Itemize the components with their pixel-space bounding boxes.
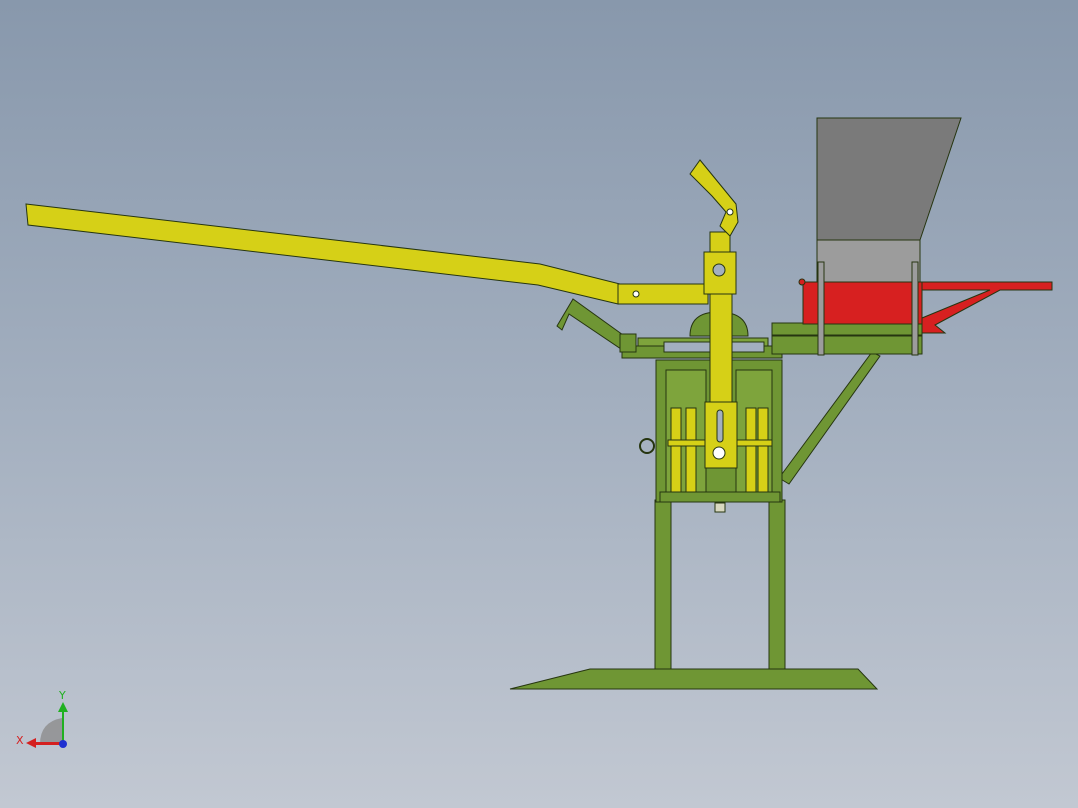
ram-hole bbox=[712, 263, 726, 277]
piston-right-a bbox=[745, 407, 757, 493]
piston-left-a bbox=[670, 407, 682, 493]
orientation-triad[interactable]: X Y bbox=[16, 689, 68, 748]
piston-left-b bbox=[685, 407, 697, 493]
brick-press-machine[interactable] bbox=[25, 117, 1053, 690]
hopper-post-right bbox=[911, 261, 919, 356]
diagonal-strut bbox=[778, 351, 881, 485]
hopper-shelf-lower bbox=[771, 335, 923, 355]
hook-pin bbox=[726, 208, 734, 216]
cad-viewport[interactable]: X Y bbox=[0, 0, 1078, 808]
handle-end bbox=[617, 283, 709, 305]
top-hook bbox=[689, 159, 739, 237]
left-lever bbox=[556, 298, 631, 352]
hopper-shelf bbox=[771, 322, 923, 336]
main-handle bbox=[25, 203, 621, 305]
triad-y-label: Y bbox=[58, 689, 66, 702]
right-leg bbox=[768, 499, 786, 670]
base-plate bbox=[509, 668, 879, 690]
ram-shaft bbox=[709, 293, 733, 405]
lever-pivot-block bbox=[619, 333, 637, 353]
mold-bottom-rail bbox=[659, 491, 781, 503]
handle-pivot bbox=[632, 290, 640, 298]
model-view[interactable]: X Y bbox=[0, 0, 1078, 808]
mold-bottom-block bbox=[714, 502, 726, 513]
hopper-lower bbox=[816, 239, 921, 283]
tray-bolt bbox=[798, 278, 806, 286]
hopper-post-left bbox=[817, 261, 825, 356]
ram-lower-hole bbox=[712, 446, 726, 460]
side-wheel bbox=[639, 438, 655, 454]
hopper-upper bbox=[816, 117, 962, 241]
triad-z-dot bbox=[59, 740, 67, 748]
tray-extension bbox=[921, 281, 1053, 334]
triad-shade bbox=[40, 718, 62, 744]
ram-top bbox=[709, 231, 731, 255]
left-leg bbox=[654, 499, 672, 670]
ram-slot bbox=[716, 409, 724, 443]
piston-right-b bbox=[757, 407, 769, 493]
triad-x-label: X bbox=[16, 734, 24, 747]
